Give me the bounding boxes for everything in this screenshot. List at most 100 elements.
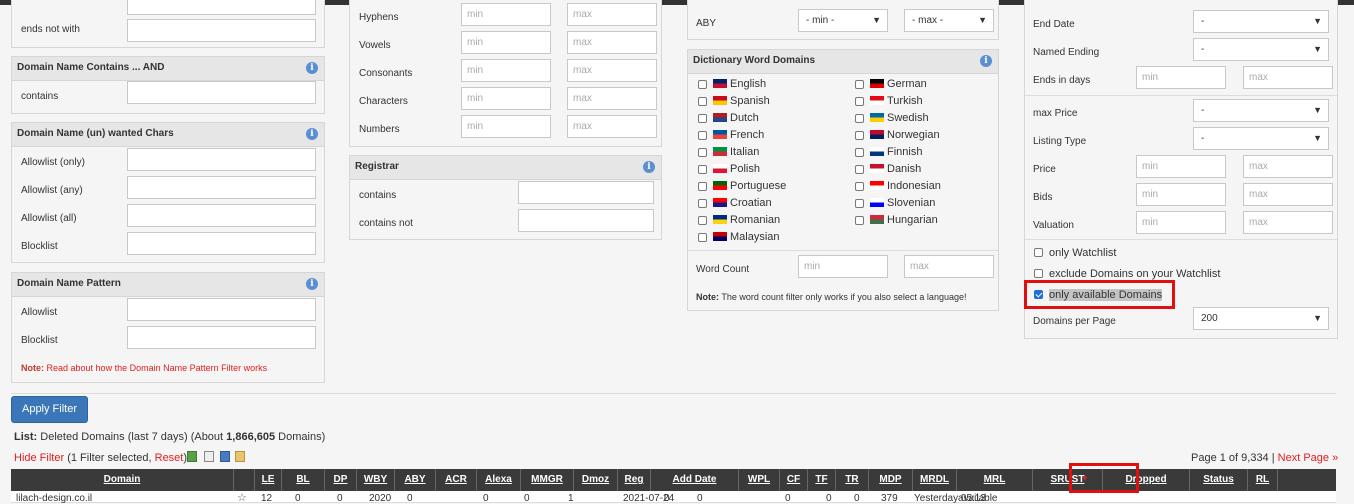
registrar-contains-not-input[interactable]: [518, 209, 654, 232]
column-header-mmgr[interactable]: MMGR: [521, 469, 574, 491]
language-label[interactable]: Portuguese: [713, 180, 786, 192]
language-label[interactable]: Dutch: [713, 112, 759, 124]
exclude-watchlist-label[interactable]: exclude Domains on your Watchlist: [1049, 268, 1220, 280]
info-icon[interactable]: i: [306, 128, 318, 140]
language-checkbox-turkish[interactable]: [855, 97, 864, 106]
language-label[interactable]: Norwegian: [870, 129, 940, 141]
aby-max-select[interactable]: - max - ▼: [904, 9, 994, 32]
pattern-allowlist-input[interactable]: [127, 298, 316, 321]
language-label[interactable]: Malaysian: [713, 231, 780, 243]
only-watchlist-checkbox[interactable]: [1034, 248, 1043, 257]
language-checkbox-norwegian[interactable]: [855, 131, 864, 140]
pattern-note-link[interactable]: Read about how the Domain Name Pattern F…: [47, 363, 268, 373]
column-header-wby[interactable]: WBY: [357, 469, 395, 491]
ends-in-days-max-input[interactable]: max: [1243, 66, 1333, 89]
bids-min-input[interactable]: min: [1136, 183, 1226, 206]
language-label[interactable]: French: [713, 129, 764, 141]
language-checkbox-french[interactable]: [698, 131, 707, 140]
count-max-input[interactable]: max: [567, 3, 657, 26]
language-checkbox-malaysian[interactable]: [698, 233, 707, 242]
count-min-input[interactable]: min: [461, 59, 551, 82]
column-header-reg[interactable]: Reg: [618, 469, 651, 491]
blocklist-input[interactable]: [127, 232, 316, 255]
language-label[interactable]: English: [713, 78, 766, 90]
apply-filter-button[interactable]: Apply Filter: [11, 396, 88, 423]
language-checkbox-german[interactable]: [855, 80, 864, 89]
column-header-status[interactable]: Status: [1190, 469, 1248, 491]
column-header-rl[interactable]: RL: [1248, 469, 1278, 491]
column-header-dmoz[interactable]: Dmoz: [574, 469, 618, 491]
count-max-input[interactable]: max: [567, 87, 657, 110]
language-checkbox-finnish[interactable]: [855, 148, 864, 157]
language-label[interactable]: Turkish: [870, 95, 923, 107]
save-icon[interactable]: [220, 451, 230, 462]
allowlist-any-input[interactable]: [127, 176, 316, 199]
count-min-input[interactable]: min: [461, 31, 551, 54]
count-min-input[interactable]: min: [461, 115, 551, 138]
language-checkbox-swedish[interactable]: [855, 114, 864, 123]
language-label[interactable]: Swedish: [870, 112, 929, 124]
language-label[interactable]: Hungarian: [870, 214, 938, 226]
language-label[interactable]: Danish: [870, 163, 921, 175]
language-checkbox-romanian[interactable]: [698, 216, 707, 225]
language-label[interactable]: German: [870, 78, 927, 90]
language-label[interactable]: Croatian: [713, 197, 772, 209]
per-page-select[interactable]: 200 ▼: [1193, 307, 1329, 330]
contains-input[interactable]: [127, 81, 316, 104]
price-max-input[interactable]: max: [1243, 155, 1333, 178]
column-header-cf[interactable]: CF: [780, 469, 808, 491]
word-count-max-input[interactable]: max: [904, 255, 994, 278]
only-watchlist-label[interactable]: only Watchlist: [1049, 247, 1116, 259]
language-checkbox-italian[interactable]: [698, 148, 707, 157]
language-checkbox-polish[interactable]: [698, 165, 707, 174]
column-header-aby[interactable]: ABY: [395, 469, 436, 491]
export-excel-icon[interactable]: [187, 451, 197, 462]
registrar-contains-input[interactable]: [518, 181, 654, 204]
language-checkbox-english[interactable]: [698, 80, 707, 89]
info-icon[interactable]: i: [643, 161, 655, 173]
ends-with-input[interactable]: [127, 0, 316, 15]
aby-min-select[interactable]: - min - ▼: [798, 9, 888, 32]
exclude-watchlist-checkbox[interactable]: [1034, 269, 1043, 278]
export-text-icon[interactable]: [204, 451, 214, 462]
language-label[interactable]: Italian: [713, 146, 759, 158]
pattern-blocklist-input[interactable]: [127, 326, 316, 349]
column-header-tr[interactable]: TR: [836, 469, 869, 491]
copy-icon[interactable]: [235, 451, 245, 462]
language-checkbox-danish[interactable]: [855, 165, 864, 174]
language-checkbox-slovenian[interactable]: [855, 199, 864, 208]
column-header-alexa[interactable]: Alexa: [477, 469, 521, 491]
allowlist-only-input[interactable]: [127, 148, 316, 171]
language-label[interactable]: Finnish: [870, 146, 922, 158]
next-page-link[interactable]: Next Page »: [1278, 452, 1339, 464]
column-header-dp[interactable]: DP: [325, 469, 357, 491]
watchlist-star-icon[interactable]: ☆: [237, 491, 247, 504]
price-min-input[interactable]: min: [1136, 155, 1226, 178]
column-header-mrl[interactable]: MRL: [957, 469, 1033, 491]
count-max-input[interactable]: max: [567, 31, 657, 54]
valuation-max-input[interactable]: max: [1243, 211, 1333, 234]
language-label[interactable]: Polish: [713, 163, 760, 175]
language-label[interactable]: Spanish: [713, 95, 770, 107]
reset-link[interactable]: Reset: [155, 452, 184, 464]
domain-cell[interactable]: lilach-design.co.il: [16, 493, 92, 504]
language-checkbox-croatian[interactable]: [698, 199, 707, 208]
ends-in-days-min-input[interactable]: min: [1136, 66, 1226, 89]
column-header-le[interactable]: LE: [255, 469, 282, 491]
info-icon[interactable]: i: [306, 278, 318, 290]
column-header-domain[interactable]: Domain: [11, 469, 234, 491]
info-icon[interactable]: i: [980, 55, 992, 67]
language-checkbox-spanish[interactable]: [698, 97, 707, 106]
allowlist-all-input[interactable]: [127, 204, 316, 227]
count-min-input[interactable]: min: [461, 3, 551, 26]
listing-type-select[interactable]: - ▼: [1193, 127, 1329, 150]
column-header-tf[interactable]: TF: [808, 469, 836, 491]
language-checkbox-portuguese[interactable]: [698, 182, 707, 191]
column-header-bl[interactable]: BL: [282, 469, 325, 491]
ends-not-with-input[interactable]: [127, 19, 316, 42]
language-checkbox-dutch[interactable]: [698, 114, 707, 123]
language-checkbox-hungarian[interactable]: [855, 216, 864, 225]
column-header-wpl[interactable]: WPL: [739, 469, 780, 491]
language-label[interactable]: Indonesian: [870, 180, 941, 192]
count-min-input[interactable]: min: [461, 87, 551, 110]
